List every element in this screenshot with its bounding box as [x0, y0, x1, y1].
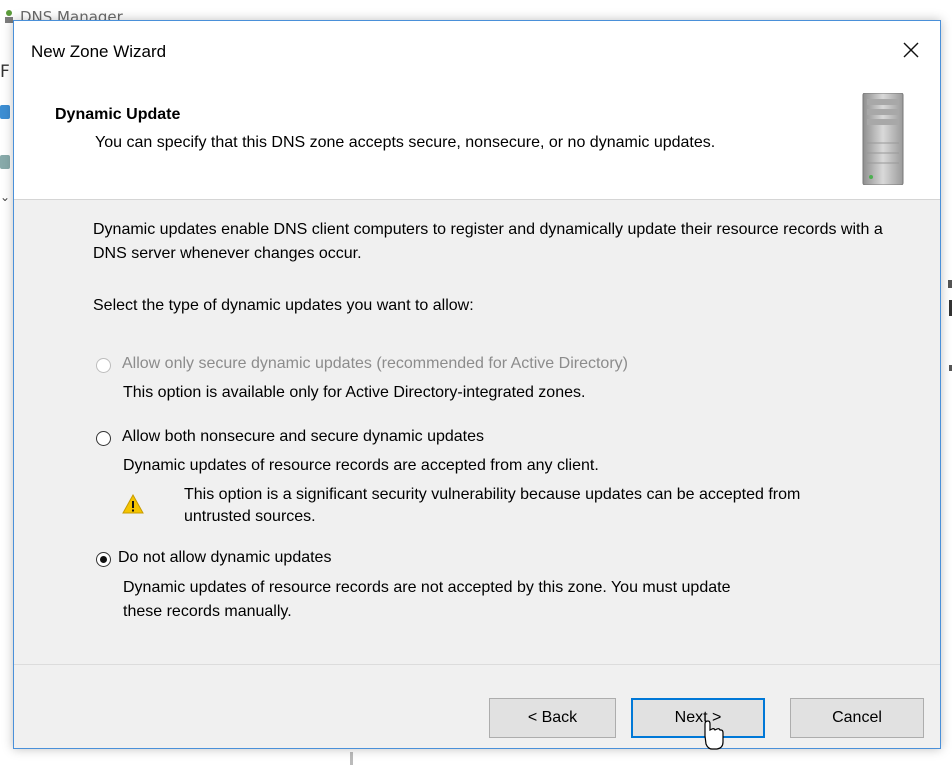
background-edge-mark	[350, 752, 353, 765]
close-icon	[903, 42, 919, 58]
close-button[interactable]	[882, 21, 940, 79]
cancel-button[interactable]: Cancel	[790, 698, 924, 738]
no-dynamic-updates-description: Dynamic updates of resource records are …	[123, 579, 731, 596]
secure-only-radio[interactable]	[96, 358, 111, 373]
nonsecure-and-secure-radio[interactable]	[96, 431, 111, 446]
tree-expand-chevron-icon[interactable]: ⌄	[0, 190, 10, 204]
nonsecure-and-secure-description: Dynamic updates of resource records are …	[123, 457, 599, 474]
page-title: Dynamic Update	[55, 106, 181, 123]
background-edge-mark	[948, 280, 952, 288]
mouse-cursor-icon	[704, 720, 724, 750]
wizard-header: Dynamic Update You can specify that this…	[14, 79, 940, 200]
intro-text: Dynamic updates enable DNS client comput…	[93, 221, 883, 262]
no-dynamic-updates-description-cont: these records manually.	[123, 603, 292, 620]
next-button[interactable]: Next >	[631, 698, 765, 738]
back-button[interactable]: < Back	[489, 698, 616, 738]
secure-only-label[interactable]: Allow only secure dynamic updates (recom…	[122, 355, 628, 373]
new-zone-wizard-dialog: New Zone Wizard Dynamic Update You can s…	[13, 20, 941, 750]
tree-server-icon[interactable]	[0, 155, 10, 169]
no-dynamic-updates-label[interactable]: Do not allow dynamic updates	[118, 549, 331, 567]
page-description: You can specify that this DNS zone accep…	[95, 134, 716, 151]
server-tower-icon	[862, 93, 904, 185]
dialog-titlebar[interactable]: New Zone Wizard	[14, 21, 940, 79]
security-warning-text: This option is a significant security vu…	[184, 486, 801, 525]
prompt-text: Select the type of dynamic updates you w…	[93, 297, 474, 314]
nonsecure-and-secure-label[interactable]: Allow both nonsecure and secure dynamic …	[122, 428, 484, 446]
no-dynamic-updates-radio[interactable]	[96, 552, 111, 567]
warning-triangle-icon	[122, 494, 144, 514]
secure-only-description: This option is available only for Active…	[123, 384, 586, 401]
toolbar-back-icon[interactable]	[0, 105, 10, 119]
menu-file-partial[interactable]: F	[0, 62, 10, 82]
footer-divider	[14, 664, 940, 665]
dialog-title: New Zone Wizard	[31, 42, 167, 61]
